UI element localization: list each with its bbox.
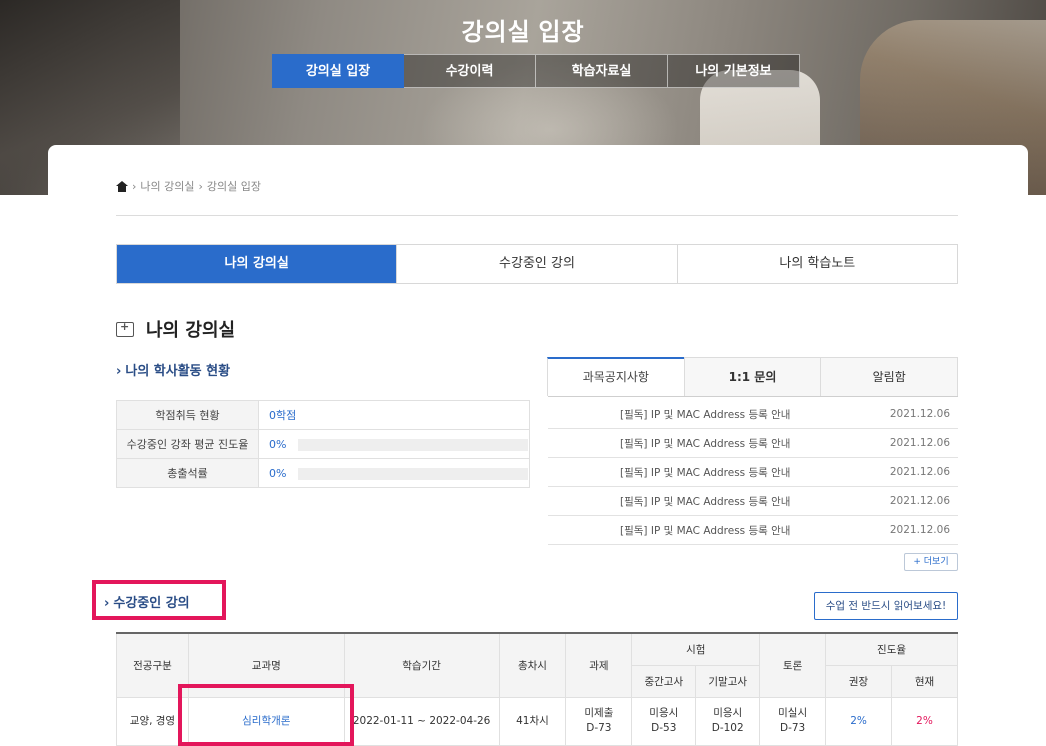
- list-item[interactable]: [필독] IP 및 MAC Address 등록 안내 2021.12.06: [548, 487, 958, 516]
- col-assignment: 과제: [565, 632, 633, 698]
- nav-materials[interactable]: 학습자료실: [536, 54, 668, 88]
- attendance-value: 0%: [269, 466, 287, 480]
- breadcrumb: › 나의 강의실 › 강의실 입장: [116, 178, 261, 194]
- more-button[interactable]: + 더보기: [904, 553, 958, 571]
- notice-title[interactable]: [필독] IP 및 MAC Address 등록 안내: [548, 465, 878, 480]
- sub-tabs: 나의 강의실 수강중인 강의 나의 학습노트: [116, 244, 958, 284]
- highlight-box: [92, 580, 226, 620]
- nav-course-history[interactable]: 수강이력: [404, 54, 536, 88]
- activity-value: 0학점: [258, 400, 530, 430]
- cell-total: 41차시: [498, 696, 567, 746]
- section-title-text: 나의 강의실: [146, 320, 236, 341]
- cell-current: 2%: [891, 696, 958, 746]
- activity-table: 학점취득 현황 0학점 수강중인 강좌 평균 진도율 0% 총출석률 0%: [116, 400, 530, 488]
- table-row: 학점취득 현황 0학점: [116, 400, 530, 430]
- tab-notifications[interactable]: 알림함: [820, 357, 959, 396]
- section-title: 나의 강의실: [116, 316, 235, 342]
- col-progress: 진도율: [825, 632, 958, 666]
- col-final: 기말고사: [695, 664, 761, 698]
- chevron-right-icon: ›: [116, 364, 122, 379]
- col-discussion: 토론: [759, 632, 827, 698]
- midterm-dday: D-53: [651, 722, 677, 734]
- credits-value: 0학점: [269, 409, 297, 422]
- notice-date: 2021.12.06: [889, 495, 950, 507]
- midterm-status: 미응시: [649, 707, 679, 719]
- notice-title[interactable]: [필독] IP 및 MAC Address 등록 안내: [548, 407, 878, 422]
- activity-value: 0%: [258, 429, 530, 459]
- list-item[interactable]: [필독] IP 및 MAC Address 등록 안내 2021.12.06: [548, 516, 958, 545]
- progress-value: 0%: [269, 437, 287, 451]
- activity-label: 총출석률: [116, 458, 259, 488]
- col-exam: 시험: [631, 632, 761, 666]
- cell-midterm: 미응시 D-53: [631, 696, 697, 746]
- nav-my-info[interactable]: 나의 기본정보: [668, 54, 800, 88]
- notice-title[interactable]: [필독] IP 및 MAC Address 등록 안내: [548, 436, 878, 451]
- tab-inquiry[interactable]: 1:1 문의: [683, 357, 822, 396]
- breadcrumb-separator: ›: [198, 179, 203, 193]
- progress-bar: [298, 438, 529, 451]
- final-status: 미응시: [713, 707, 743, 719]
- tab-my-classroom[interactable]: 나의 강의실: [117, 245, 397, 283]
- nav-classroom-enter[interactable]: 강의실 입장: [272, 54, 404, 88]
- cell-discussion: 미실시 D-73: [759, 696, 827, 746]
- col-period: 학습기간: [343, 632, 500, 698]
- divider: [116, 215, 958, 216]
- list-item[interactable]: [필독] IP 및 MAC Address 등록 안내 2021.12.06: [548, 400, 958, 429]
- cell-assignment: 미제출 D-73: [565, 696, 633, 746]
- cell-period: 2022-01-11 ~ 2022-04-26: [343, 696, 500, 746]
- breadcrumb-item[interactable]: 나의 강의실: [140, 178, 194, 194]
- table-row: 총출석률 0%: [116, 458, 530, 488]
- notice-date: 2021.12.06: [889, 408, 950, 420]
- notice-list: [필독] IP 및 MAC Address 등록 안내 2021.12.06 [필…: [548, 400, 958, 545]
- tab-study-notes[interactable]: 나의 학습노트: [676, 245, 957, 283]
- table-header-row: 전공구분 교과명 학습기간 총차시 과제 시험 토론 진도율: [116, 632, 958, 698]
- home-icon[interactable]: [116, 180, 128, 192]
- cell-recommended: 2%: [825, 696, 893, 746]
- highlight-box: [178, 684, 354, 746]
- progress-bar: [298, 467, 529, 480]
- activity-label: 학점취득 현황: [116, 400, 259, 430]
- top-nav: 강의실 입장 수강이력 학습자료실 나의 기본정보: [272, 54, 800, 88]
- notice-date: 2021.12.06: [889, 524, 950, 536]
- table-row: 수강중인 강좌 평균 진도율 0%: [116, 429, 530, 459]
- read-before-class-button[interactable]: 수업 전 반드시 읽어보세요!: [814, 592, 958, 620]
- notice-date: 2021.12.06: [889, 466, 950, 478]
- discussion-status: 미실시: [778, 707, 808, 719]
- col-total: 총차시: [498, 632, 567, 698]
- list-item[interactable]: [필독] IP 및 MAC Address 등록 안내 2021.12.06: [548, 429, 958, 458]
- tab-current-courses[interactable]: 수강중인 강의: [396, 245, 676, 283]
- activity-heading-text: 나의 학사활동 현황: [125, 364, 231, 379]
- monitor-icon: [116, 320, 134, 337]
- activity-heading: › 나의 학사활동 현황: [116, 360, 230, 379]
- notice-tabs: 과목공지사항 1:1 문의 알림함: [547, 357, 959, 397]
- final-dday: D-102: [711, 722, 744, 734]
- col-midterm: 중간고사: [631, 664, 697, 698]
- discussion-dday: D-73: [780, 722, 806, 734]
- col-current: 현재: [891, 664, 958, 698]
- notice-date: 2021.12.06: [889, 437, 950, 449]
- col-recommended: 권장: [825, 664, 893, 698]
- breadcrumb-item: 강의실 입장: [206, 180, 262, 193]
- page-title: 강의실 입장: [461, 19, 585, 46]
- assignment-status: 미제출: [584, 707, 614, 719]
- list-item[interactable]: [필독] IP 및 MAC Address 등록 안내 2021.12.06: [548, 458, 958, 487]
- activity-label: 수강중인 강좌 평균 진도율: [116, 429, 259, 459]
- notice-title[interactable]: [필독] IP 및 MAC Address 등록 안내: [548, 523, 878, 538]
- tab-course-notices[interactable]: 과목공지사항: [547, 357, 685, 396]
- notice-title[interactable]: [필독] IP 및 MAC Address 등록 안내: [548, 494, 878, 509]
- activity-value: 0%: [258, 458, 530, 488]
- cell-final: 미응시 D-102: [695, 696, 761, 746]
- assignment-dday: D-73: [586, 722, 612, 734]
- breadcrumb-separator: ›: [132, 179, 137, 193]
